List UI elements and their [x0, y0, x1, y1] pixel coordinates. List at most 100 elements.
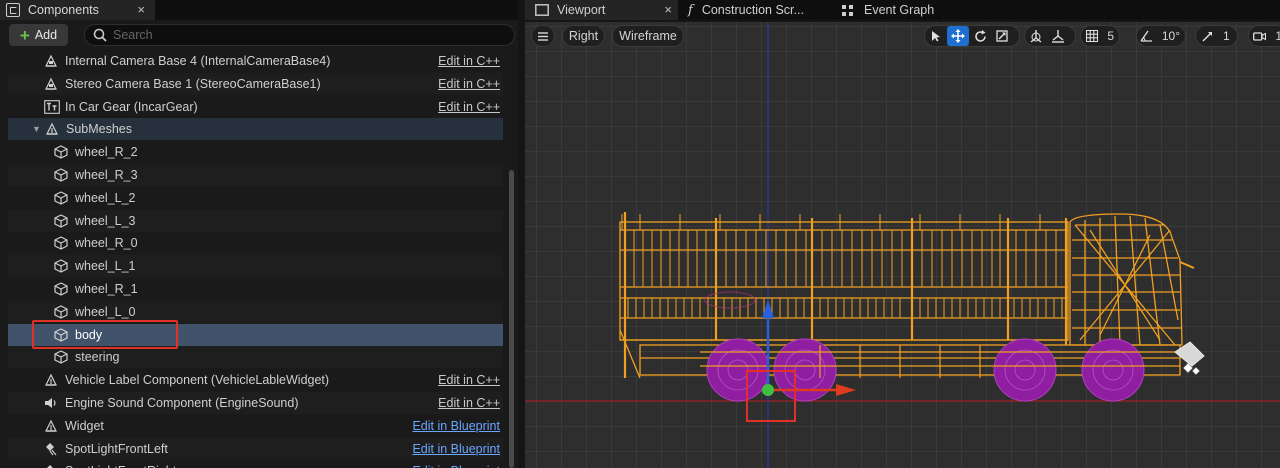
camera-component-icon	[44, 77, 58, 91]
edit-in-blueprint-link[interactable]: Edit in Blueprint	[412, 464, 500, 468]
scale-snap-group[interactable]: 1	[1195, 25, 1238, 47]
tree-row-component[interactable]: SpotLightFrontLeft Edit in Blueprint	[8, 437, 503, 460]
tree-row-mesh[interactable]: wheel_L_1	[8, 255, 503, 278]
scene-component-icon	[45, 122, 59, 136]
globe-axis-icon	[1030, 30, 1042, 43]
view-mode-button[interactable]: Right	[562, 25, 605, 47]
tab-viewport[interactable]: Viewport ×	[525, 0, 678, 20]
tree-row-label: wheel_L_0	[75, 304, 136, 319]
grid-icon	[1085, 30, 1098, 42]
scale-mode-button[interactable]	[991, 26, 1013, 46]
tree-row-label: Internal Camera Base 4 (InternalCameraBa…	[65, 54, 331, 68]
static-mesh-icon	[54, 327, 68, 342]
tree-row-body-selected[interactable]: body	[8, 323, 503, 346]
tree-row-component[interactable]: Stereo Camera Base 1 (StereoCameraBase1)…	[8, 72, 503, 95]
tree-row-mesh[interactable]: wheel_L_2	[8, 187, 503, 209]
viewport-options-button[interactable]	[531, 25, 555, 47]
close-icon[interactable]: ×	[664, 2, 672, 17]
tree-row-label: wheel_R_1	[75, 282, 138, 296]
tree-row-mesh[interactable]: wheel_R_0	[8, 232, 503, 254]
edit-in-cpp-link[interactable]: Edit in C++	[438, 396, 500, 410]
tab-event-graph-label: Event Graph	[864, 3, 935, 17]
edit-in-cpp-link[interactable]: Edit in C++	[438, 100, 500, 114]
search-input[interactable]	[113, 28, 493, 42]
camera-icon	[1253, 31, 1267, 41]
search-box[interactable]	[84, 24, 515, 46]
tree-row-component[interactable]: Vehicle Label Component (VehicleLableWid…	[8, 369, 503, 391]
camera-speed-value[interactable]: 1	[1270, 29, 1280, 43]
surface-snap-icon	[1052, 30, 1064, 43]
hamburger-menu-icon	[538, 31, 548, 41]
wheel-rear-1[interactable]	[706, 338, 770, 402]
rotation-snap-group[interactable]: 10°	[1136, 25, 1186, 47]
tree-row-component[interactable]: Widget Edit in Blueprint	[8, 415, 503, 437]
scale-snap-icon	[1202, 31, 1212, 41]
tree-row-label: Widget	[65, 418, 104, 433]
grid-snap-value[interactable]: 5	[1102, 29, 1119, 43]
search-icon	[93, 28, 107, 42]
rotate-mode-button[interactable]	[969, 26, 991, 46]
scene-component-icon	[44, 373, 58, 387]
tree-row-mesh[interactable]: wheel_R_3	[8, 164, 503, 186]
component-tree: Internal Camera Base 4 (InternalCameraBa…	[8, 50, 503, 468]
edit-in-blueprint-link[interactable]: Edit in Blueprint	[412, 442, 500, 456]
tree-row-component[interactable]: Engine Sound Component (EngineSound) Edit…	[8, 392, 503, 414]
tab-viewport-label: Viewport	[557, 3, 606, 17]
wheel-front-1[interactable]	[993, 338, 1057, 402]
translate-mode-button[interactable]	[947, 26, 969, 46]
tree-row-mesh[interactable]: steering	[8, 346, 503, 369]
scale-snap-toggle[interactable]	[1196, 26, 1218, 46]
scale-snap-value[interactable]: 1	[1218, 29, 1235, 43]
tree-row-mesh[interactable]: wheel_L_3	[8, 209, 503, 232]
render-mode-button[interactable]: Wireframe	[612, 25, 684, 47]
tree-row-label: SpotLightFrontLeft	[65, 441, 168, 456]
viewport-canvas[interactable]	[525, 22, 1280, 468]
add-component-button[interactable]: + Add	[9, 24, 68, 46]
tab-components[interactable]: Components ×	[0, 0, 155, 20]
viewport-scene	[525, 22, 1280, 468]
tree-row-label: steering	[75, 350, 120, 365]
camera-speed-group[interactable]: 1	[1248, 25, 1280, 47]
tree-row-submeshes[interactable]: ▼ SubMeshes	[8, 118, 503, 141]
components-panel: Components × + Add Internal Camera Base …	[0, 0, 518, 468]
tree-row-label: Stereo Camera Base 1 (StereoCameraBase1)	[65, 76, 321, 91]
wheel-rear-2[interactable]	[773, 338, 837, 402]
edit-in-cpp-link[interactable]: Edit in C++	[438, 77, 500, 91]
add-button-label: Add	[34, 28, 58, 42]
grid-snap-toggle[interactable]	[1081, 26, 1102, 46]
tree-row-component[interactable]: Internal Camera Base 4 (InternalCameraBa…	[8, 50, 503, 72]
tab-construction-script[interactable]: f Construction Scr...	[685, 0, 835, 20]
static-mesh-icon	[54, 259, 68, 273]
tree-row-mesh[interactable]: wheel_R_2	[8, 141, 503, 163]
grid-snap-group[interactable]: 5	[1080, 25, 1120, 47]
rotation-snap-toggle[interactable]	[1137, 26, 1157, 46]
surface-snap-toggle[interactable]	[1047, 26, 1069, 46]
render-mode-label: Wireframe	[619, 29, 677, 43]
tree-row-label: In Car Gear (IncarGear)	[65, 99, 198, 114]
close-icon[interactable]: ×	[137, 2, 145, 17]
tree-row-component[interactable]: SpotLightFrontRight Edit in Blueprint	[8, 460, 503, 468]
tree-row-mesh[interactable]: wheel_R_1	[8, 278, 503, 300]
event-graph-icon	[842, 4, 853, 16]
select-mode-button[interactable]	[925, 26, 947, 46]
wheel-front-2[interactable]	[1081, 338, 1145, 402]
tree-row-label: wheel_R_0	[75, 236, 138, 251]
text-render-icon	[44, 99, 60, 114]
view-mode-label: Right	[568, 29, 599, 43]
world-local-toggle[interactable]	[1025, 26, 1047, 46]
static-mesh-icon	[54, 282, 68, 296]
camera-speed-button[interactable]	[1249, 26, 1270, 46]
scrollbar-thumb[interactable]	[509, 170, 514, 468]
static-mesh-icon	[54, 350, 68, 365]
rotation-snap-value[interactable]: 10°	[1157, 29, 1185, 43]
expand-arrow-icon[interactable]: ▼	[32, 124, 42, 134]
edit-in-blueprint-link[interactable]: Edit in Blueprint	[412, 419, 500, 433]
scene-component-icon	[44, 419, 58, 433]
tree-row-component[interactable]: In Car Gear (IncarGear) Edit in C++	[8, 96, 503, 118]
spotlight-icon	[44, 442, 58, 456]
tree-row-mesh[interactable]: wheel_L_0	[8, 300, 503, 323]
tab-event-graph[interactable]: Event Graph	[838, 0, 988, 20]
components-toolbar: + Add	[0, 22, 518, 48]
edit-in-cpp-link[interactable]: Edit in C++	[438, 373, 500, 387]
edit-in-cpp-link[interactable]: Edit in C++	[438, 54, 500, 68]
